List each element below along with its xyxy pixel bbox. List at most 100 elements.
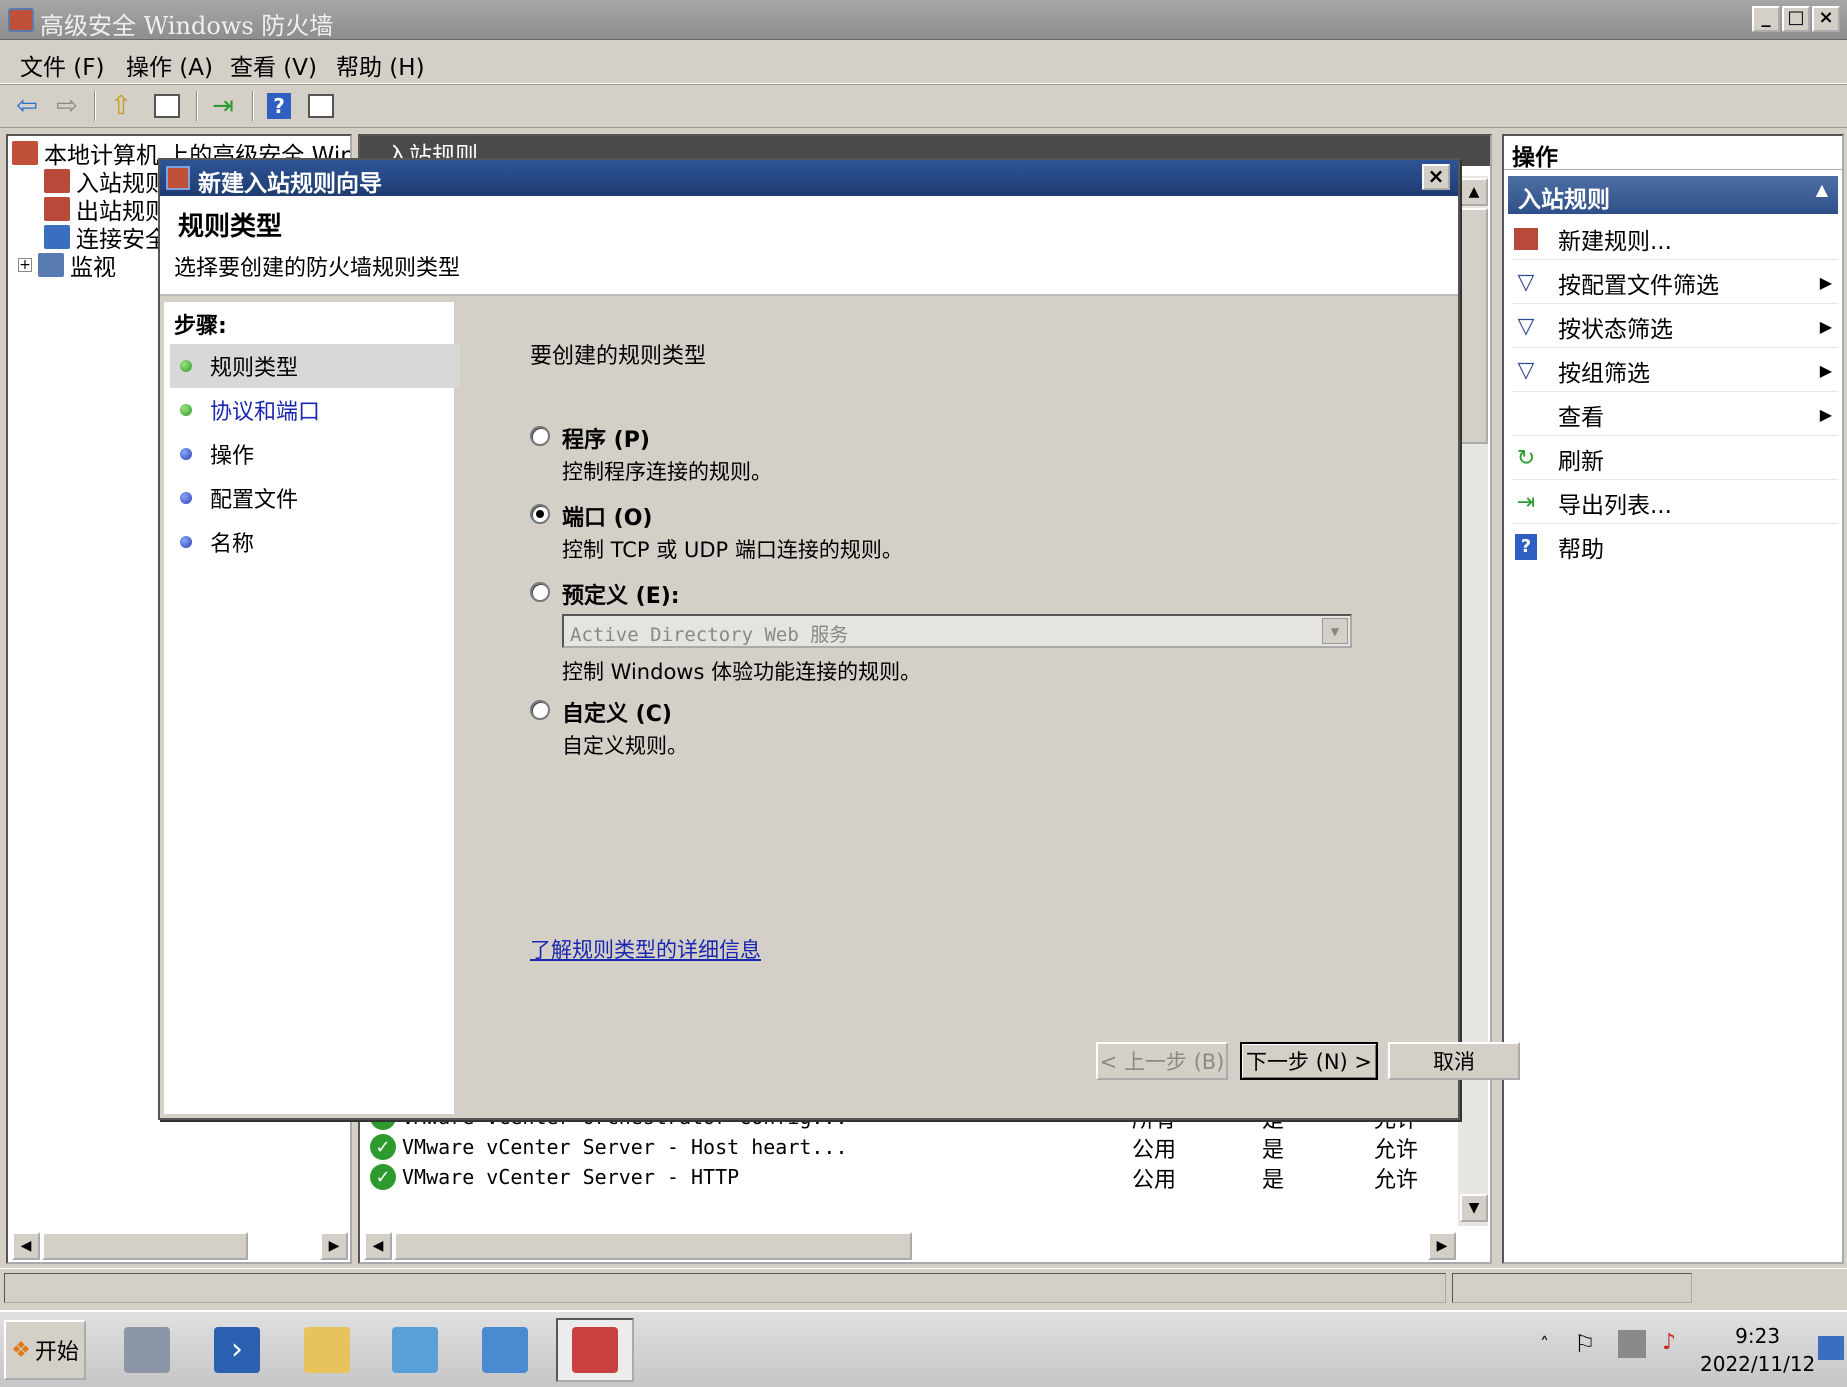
show-hide-action-pane-icon[interactable] — [304, 89, 338, 123]
action-new-rule[interactable]: 新建规则... — [1512, 218, 1838, 260]
blank-icon — [1512, 401, 1540, 429]
step-pending-dot-icon — [180, 492, 192, 504]
step-protocol-ports[interactable]: 协议和端口 — [170, 388, 460, 432]
horizontal-scroll-thumb[interactable] — [42, 1232, 248, 1260]
step-rule-type[interactable]: 规则类型 — [170, 344, 460, 388]
volume-muted-icon[interactable]: ♪ — [1662, 1330, 1676, 1355]
new-inbound-rule-wizard: 新建入站规则向导 × 规则类型 选择要创建的防火墙规则类型 步骤: 规则类型 协… — [158, 158, 1520, 1120]
action-label: 刷新 — [1558, 448, 1604, 475]
toolbar-separator — [94, 91, 96, 121]
next-button[interactable]: 下一步 (N) > — [1240, 1042, 1378, 1080]
taskbar-powershell[interactable]: › — [198, 1318, 276, 1382]
firewall-app-icon — [8, 8, 34, 32]
status-bar — [0, 1268, 1847, 1308]
show-hidden-icons-icon[interactable]: ˄ — [1540, 1334, 1549, 1355]
start-label: 开始 — [34, 1340, 79, 1365]
scroll-down-button[interactable]: ▼ — [1460, 1194, 1488, 1222]
step-name: 名称 — [170, 520, 460, 564]
action-filter-by-group[interactable]: ▽ 按组筛选 ▶ — [1512, 350, 1838, 392]
submenu-arrow-icon: ▶ — [1819, 273, 1832, 292]
chevron-down-icon[interactable]: ▼ — [1322, 618, 1348, 644]
wizard-close-button[interactable]: × — [1422, 164, 1450, 190]
program-radio[interactable] — [530, 426, 550, 446]
steps-title: 步骤: — [174, 314, 227, 339]
taskbar-management-tool[interactable] — [466, 1318, 544, 1382]
scroll-right-button[interactable]: ▶ — [320, 1232, 348, 1260]
step-label: 规则类型 — [210, 356, 299, 381]
clock[interactable]: 9:23 2022/11/12 — [1700, 1322, 1815, 1378]
cancel-button[interactable]: 取消 — [1388, 1042, 1520, 1080]
outbound-rules-icon — [44, 197, 70, 221]
menu-action[interactable]: 操作 (A) — [126, 48, 213, 82]
folder-icon — [304, 1327, 350, 1373]
actions-pane: 操作 入站规则 ▲ 新建规则... ▽ 按配置文件筛选 ▶ ▽ 按状态筛选 ▶ … — [1502, 134, 1844, 1264]
action-export-list[interactable]: ⇥ 导出列表... — [1512, 482, 1838, 524]
show-hide-tree-icon[interactable] — [150, 89, 184, 123]
action-view[interactable]: 查看 ▶ — [1512, 394, 1838, 436]
taskbar-server-manager[interactable] — [108, 1318, 186, 1382]
window-title: 高级安全 Windows 防火墙 — [40, 12, 334, 40]
vertical-scroll-thumb[interactable] — [1460, 208, 1488, 444]
predefined-radio[interactable] — [530, 582, 550, 602]
table-row[interactable]: ✓ VMware vCenter Server - HTTP — [370, 1162, 739, 1192]
help-icon: ? — [1512, 533, 1540, 561]
clock-date: 2022/11/12 — [1700, 1352, 1816, 1376]
taskbar-explorer[interactable] — [288, 1318, 366, 1382]
predefined-dropdown[interactable]: Active Directory Web 服务 ▼ — [562, 614, 1352, 648]
actions-section-header[interactable]: 入站规则 ▲ — [1508, 176, 1838, 214]
option-program[interactable]: 程序 (P) 控制程序连接的规则。 — [530, 422, 772, 486]
scroll-right-button[interactable]: ▶ — [1428, 1232, 1456, 1260]
wizard-content: 要创建的规则类型 程序 (P) 控制程序连接的规则。 端口 (O) 控制 TCP… — [466, 302, 1520, 1114]
close-button[interactable]: × — [1812, 6, 1840, 32]
table-row[interactable]: ✓ VMware vCenter Server - Host heart... — [370, 1132, 848, 1162]
forward-icon[interactable]: ⇨ — [50, 89, 84, 123]
server-manager-icon — [124, 1327, 170, 1373]
up-folder-icon[interactable]: ⇧ — [104, 89, 138, 123]
taskbar-firewall[interactable] — [556, 1318, 634, 1382]
show-desktop-icon[interactable] — [1818, 1336, 1844, 1360]
menu-file[interactable]: 文件 (F) — [20, 48, 105, 82]
tree-item-label: 监视 — [70, 255, 116, 281]
port-radio[interactable] — [530, 504, 550, 524]
menu-help[interactable]: 帮助 (H) — [336, 48, 425, 82]
step-pending-dot-icon — [180, 448, 192, 460]
new-rule-icon — [1512, 225, 1540, 253]
wizard-steps-panel: 步骤: 规则类型 协议和端口 操作 配置文件 名称 — [164, 302, 460, 1114]
network-icon[interactable] — [1618, 1330, 1646, 1358]
option-custom[interactable]: 自定义 (C) 自定义规则。 — [530, 696, 688, 760]
help-icon[interactable]: ? — [262, 89, 296, 123]
horizontal-scroll-thumb[interactable] — [394, 1232, 912, 1260]
maximize-button[interactable]: □ — [1782, 6, 1810, 32]
taskbar: ❖ 开始 › ˄ ⚐ ♪ 9:23 2022/11/12 — [0, 1310, 1847, 1387]
scroll-left-button[interactable]: ◀ — [364, 1232, 392, 1260]
rule-enabled: 是 — [1262, 1168, 1285, 1193]
option-description: 控制 Windows 体验功能连接的规则。 — [562, 660, 922, 684]
scroll-up-button[interactable]: ▲ — [1460, 178, 1488, 206]
option-title: 端口 (O) — [562, 506, 653, 531]
action-refresh[interactable]: ↻ 刷新 — [1512, 438, 1838, 480]
predefined-value: Active Directory Web 服务 — [570, 624, 849, 646]
submenu-arrow-icon: ▶ — [1819, 317, 1832, 336]
learn-more-link[interactable]: 了解规则类型的详细信息 — [530, 934, 761, 964]
action-help[interactable]: ? 帮助 — [1512, 526, 1838, 568]
scroll-left-button[interactable]: ◀ — [12, 1232, 40, 1260]
tree-item-monitor[interactable]: + 监视 — [18, 250, 116, 281]
minimize-button[interactable]: _ — [1752, 6, 1780, 32]
action-label: 导出列表... — [1558, 492, 1672, 519]
expand-icon[interactable]: + — [18, 258, 32, 272]
flag-icon[interactable]: ⚐ — [1574, 1330, 1596, 1358]
back-button[interactable]: < 上一步 (B) — [1096, 1042, 1228, 1080]
menu-view[interactable]: 查看 (V) — [230, 48, 317, 82]
option-predefined[interactable]: 预定义 (E): — [530, 578, 680, 610]
export-icon[interactable]: ⇥ — [206, 89, 240, 123]
taskbar-control-panel[interactable] — [376, 1318, 454, 1382]
step-complete-dot-icon — [180, 404, 192, 416]
option-description: 控制程序连接的规则。 — [562, 460, 772, 484]
action-filter-by-state[interactable]: ▽ 按状态筛选 ▶ — [1512, 306, 1838, 348]
start-button[interactable]: ❖ 开始 — [4, 1320, 86, 1380]
action-filter-by-profile[interactable]: ▽ 按配置文件筛选 ▶ — [1512, 262, 1838, 304]
collapse-icon[interactable]: ▲ — [1816, 180, 1828, 199]
option-port[interactable]: 端口 (O) 控制 TCP 或 UDP 端口连接的规则。 — [530, 500, 903, 564]
custom-radio[interactable] — [530, 700, 550, 720]
back-icon[interactable]: ⇦ — [10, 89, 44, 123]
